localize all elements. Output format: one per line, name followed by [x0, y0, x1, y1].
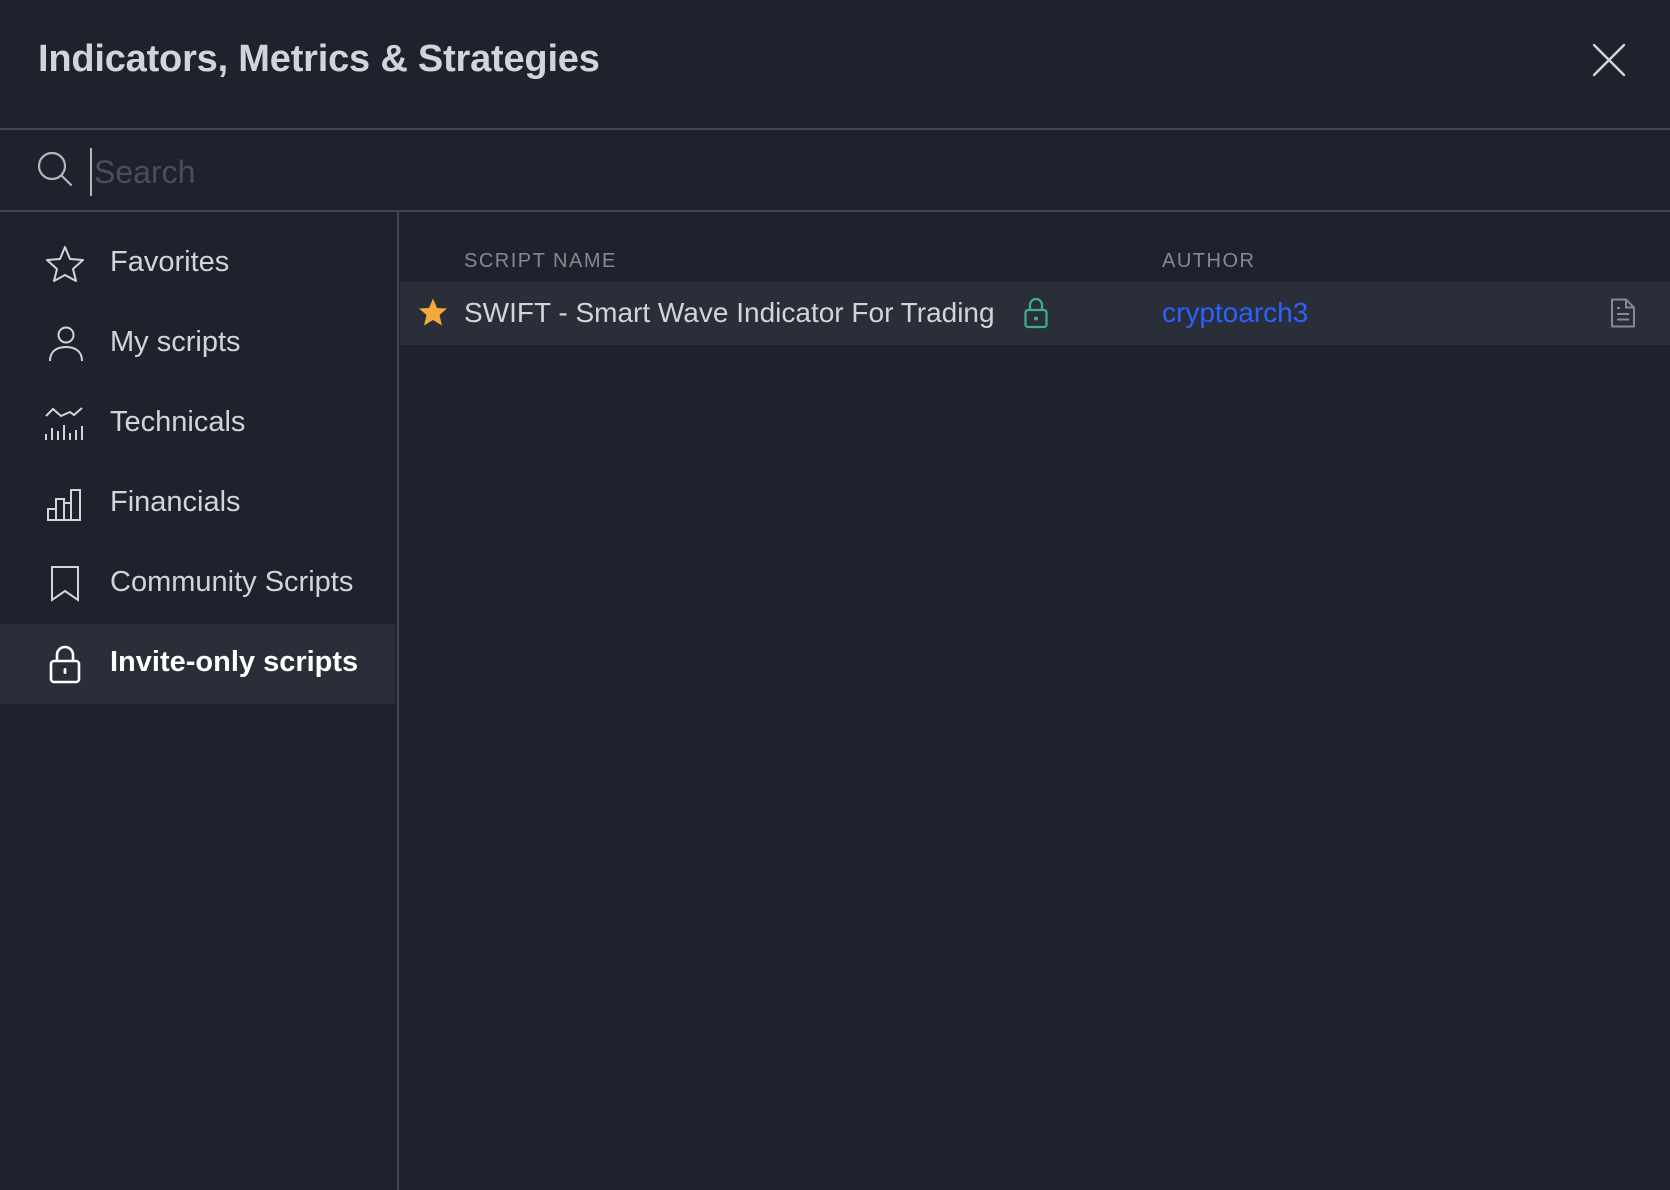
bookmark-icon — [51, 566, 79, 602]
search-bar — [0, 130, 1670, 210]
close-icon — [1592, 43, 1626, 77]
author-link[interactable]: cryptoarch3 — [1162, 297, 1308, 329]
sidebar-item-label: Financials — [110, 486, 241, 518]
sidebar-item-technicals[interactable]: Technicals — [0, 384, 395, 464]
star-outline-icon — [46, 246, 84, 282]
sidebar-item-financials[interactable]: Financials — [0, 464, 395, 544]
invite-only-lock-icon — [1024, 297, 1048, 329]
close-button[interactable] — [1592, 43, 1626, 77]
sidebar-item-label: Invite-only scripts — [110, 646, 359, 678]
sidebar-item-label: Favorites — [110, 246, 230, 278]
sidebar-item-my-scripts[interactable]: My scripts — [0, 304, 395, 384]
sidebar-item-label: Community Scripts — [110, 566, 354, 598]
table-row[interactable]: SWIFT - Smart Wave Indicator For Trading… — [400, 282, 1670, 345]
column-header-author: AUTHOR — [1162, 250, 1256, 272]
lock-icon — [49, 645, 81, 684]
document-icon[interactable] — [1610, 298, 1636, 328]
sidebar-item-community-scripts[interactable]: Community Scripts — [0, 544, 395, 624]
favorite-star-icon[interactable] — [418, 297, 448, 327]
search-icon — [37, 151, 73, 187]
sidebar-item-label: Technicals — [110, 406, 246, 438]
bar-chart-icon — [47, 489, 81, 521]
sidebar-item-label: My scripts — [110, 326, 241, 358]
column-header-script-name: SCRIPT NAME — [464, 250, 617, 272]
dialog-header: Indicators, Metrics & Strategies — [0, 0, 1670, 128]
sidebar-item-invite-only-scripts[interactable]: Invite-only scripts — [0, 624, 395, 704]
search-input[interactable] — [90, 148, 1596, 196]
script-name: SWIFT - Smart Wave Indicator For Trading — [464, 297, 995, 328]
technicals-chart-icon — [45, 407, 83, 440]
sidebar-item-favorites[interactable]: Favorites — [0, 224, 395, 304]
dialog-title: Indicators, Metrics & Strategies — [38, 38, 600, 80]
search-divider — [0, 210, 1670, 212]
sidebar-divider — [397, 212, 399, 1190]
user-icon — [49, 326, 83, 362]
